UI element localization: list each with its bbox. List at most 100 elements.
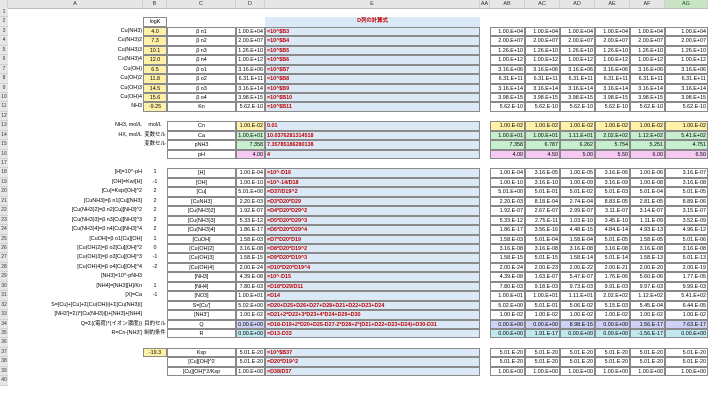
cell-a-11[interactable]: NH3 [8, 102, 143, 111]
cell-a-35[interactable]: R=Cn-[NH3'] [8, 329, 143, 338]
cell-a-27[interactable]: [Cu(OH)3]=β o3[Cu][OH]^3 [8, 253, 143, 262]
cell-d-31[interactable]: 1.00.E+01 [236, 291, 265, 301]
cell-a-3[interactable]: Cu(NH3) [8, 27, 143, 36]
cell-d-8[interactable]: 6.31.E+11 [236, 74, 265, 84]
cell-e-13[interactable]: 0.01 [265, 121, 480, 131]
cell-c-31[interactable]: [NO3] [167, 291, 236, 301]
cell-ag-31[interactable]: 5.41.E+02 [665, 291, 708, 301]
cell-b-16[interactable] [143, 150, 167, 159]
cell-ac-28[interactable]: 2.00.E-23 [525, 262, 560, 273]
cell-a-37[interactable] [8, 348, 143, 357]
cell-ag-15[interactable]: 4.751 [665, 140, 708, 150]
cell-b-23[interactable]: 2 [143, 216, 167, 225]
cell-ag-13[interactable]: 1.00.E-02 [665, 121, 708, 131]
cell-c-37[interactable]: Ksp [167, 347, 236, 358]
cell-a-38[interactable] [8, 357, 143, 366]
cell-af-27[interactable]: 1.58.E-13 [630, 253, 665, 263]
cell-e-32[interactable]: =D20+D25+D26+D27+D28+D21+D22+D23+D24 [265, 300, 480, 311]
cell-ab-22[interactable]: 1.92.E-07 [490, 206, 525, 216]
cell-af-10[interactable]: 3.98.E+15 [630, 92, 665, 103]
cell-c-22[interactable]: [Cu(NH3)2] [167, 206, 236, 216]
cell-c-30[interactable]: [NH4] [167, 281, 236, 292]
cell-d-7[interactable]: 3.16.E+06 [236, 64, 265, 75]
cell-ab-21[interactable]: 2.20.E-03 [490, 196, 525, 207]
cell-ac-18[interactable]: 3.16.E-05 [525, 168, 560, 178]
cell-e-27[interactable]: =D9*D20*D19^3 [265, 253, 480, 263]
column-header-ac[interactable]: AC [525, 0, 560, 8]
cell-b-20[interactable]: 2 [143, 187, 167, 196]
cell-b-19[interactable]: -1 [143, 178, 167, 187]
cell-ag-18[interactable]: 3.16.E-07 [665, 168, 708, 178]
cell-ac-10[interactable]: 3.98.E+15 [525, 92, 560, 103]
cell-e-25[interactable]: =D7*D20*D19 [265, 234, 480, 244]
cell-ag-6[interactable]: 1.00.E+12 [665, 55, 708, 65]
cell-af-7[interactable]: 3.16.E+06 [630, 64, 665, 75]
cell-ac-30[interactable]: 9.18.E-03 [525, 281, 560, 292]
cell-e-9[interactable]: =10^$B9 [265, 83, 480, 93]
column-header-e[interactable]: E [265, 0, 480, 8]
cell-c-4[interactable]: β n2 [167, 36, 236, 46]
cell-af-13[interactable]: 1.00.E-02 [630, 121, 665, 131]
cell-ad-9[interactable]: 3.16.E+14 [560, 83, 595, 93]
cell-ae-32[interactable]: 5.15.E-03 [595, 300, 630, 311]
cell-e-38[interactable]: =D20*D19^2 [265, 357, 480, 367]
row-header[interactable]: 17 [0, 159, 8, 169]
cell-ac-13[interactable]: 1.00.E-02 [525, 121, 560, 131]
cell-af-18[interactable]: 1.00.E-06 [630, 168, 665, 178]
row-header[interactable]: 2 [0, 17, 8, 27]
column-header-ag[interactable]: AG [665, 0, 708, 8]
cell-af-21[interactable]: 2.81.E-05 [630, 196, 665, 207]
row-header[interactable]: 14 [0, 130, 8, 141]
cell-ac-35[interactable]: 1.91.E-17 [525, 328, 560, 339]
select-all-corner[interactable] [0, 0, 8, 8]
cell-b-3[interactable]: 4.0 [143, 26, 167, 37]
cell-e-22[interactable]: =D4*D20*D29^2 [265, 206, 480, 216]
cell-af-34[interactable]: 1.56.E-17 [630, 319, 665, 329]
cell-e-26[interactable]: =D8*D20*D19^2 [265, 244, 480, 254]
cell-c-14[interactable]: Ca [167, 130, 236, 141]
cell-af-6[interactable]: 1.00.E+12 [630, 55, 665, 65]
cell-a-34[interactable]: Q=Σ{(電荷)*(イオン濃度)} [8, 320, 143, 329]
cell-ac-20[interactable]: 5.01.E-01 [525, 187, 560, 197]
cell-ae-38[interactable]: 5.01.E-20 [595, 357, 630, 367]
cell-ab-26[interactable]: 3.16.E-08 [490, 244, 525, 254]
cell-ag-7[interactable]: 3.16.E+06 [665, 64, 708, 75]
cell-b-10[interactable]: 15.6 [143, 92, 167, 103]
cell-ac-29[interactable]: 1.63.E-07 [525, 272, 560, 282]
cell-af-26[interactable]: 3.16.E-08 [630, 244, 665, 254]
cell-ac-37[interactable]: 5.01.E-20 [525, 347, 560, 358]
row-header[interactable]: 38 [0, 357, 8, 367]
cell-e-8[interactable]: =10^$B8 [265, 74, 480, 84]
cell-ag-23[interactable]: 3.52.E-09 [665, 215, 708, 226]
cell-ae-10[interactable]: 3.98.E+15 [595, 92, 630, 103]
cell-c-24[interactable]: [Cu(NH3)4] [167, 225, 236, 235]
cell-ae-35[interactable]: 0.00.E+00 [595, 328, 630, 339]
cell-b-25[interactable]: 1 [143, 235, 167, 244]
cell-e-18[interactable]: =10^-D16 [265, 168, 480, 178]
cell-c-3[interactable]: β n1 [167, 26, 236, 37]
cell-ad-37[interactable]: 5.01.E-20 [560, 347, 595, 358]
cell-af-38[interactable]: 5.01.E-20 [630, 357, 665, 367]
cell-e-7[interactable]: =10^$B7 [265, 64, 480, 75]
cell-ab-10[interactable]: 3.98.E+15 [490, 92, 525, 103]
cell-b-27[interactable]: -1 [143, 253, 167, 262]
cell-ab-38[interactable]: 5.01.E-20 [490, 357, 525, 367]
cell-ae-8[interactable]: 6.31.E+11 [595, 74, 630, 84]
cell-ae-16[interactable]: 5.50 [595, 149, 630, 160]
cell-b-21[interactable]: 2 [143, 197, 167, 206]
cell-ag-5[interactable]: 1.26.E+10 [665, 45, 708, 56]
cell-ag-34[interactable]: 7.63.E-17 [665, 319, 708, 329]
cell-ad-10[interactable]: 3.98.E+15 [560, 92, 595, 103]
cell-b-5[interactable]: 10.1 [143, 45, 167, 56]
row-header[interactable]: 37 [0, 347, 8, 358]
cell-af-35[interactable]: -1.56.E-17 [630, 328, 665, 339]
cell-d-22[interactable]: 1.92.E-07 [236, 206, 265, 216]
cell-ad-3[interactable]: 1.00.E+04 [560, 26, 595, 37]
cell-c-23[interactable]: [Cu(NH3)3] [167, 215, 236, 226]
cell-a-24[interactable]: [Cu(NH3)4]=β n4[Cu][NH3]^4 [8, 225, 143, 234]
column-header-d[interactable]: D [236, 0, 265, 8]
cell-af-30[interactable]: 9.97.E-03 [630, 281, 665, 292]
row-header[interactable]: 15 [0, 140, 8, 150]
cell-af-23[interactable]: 1.11.E-09 [630, 215, 665, 226]
row-header[interactable]: 32 [0, 300, 8, 311]
